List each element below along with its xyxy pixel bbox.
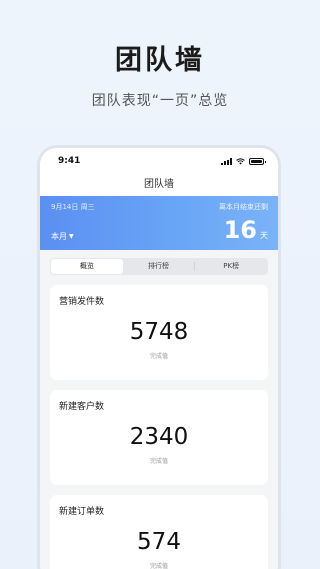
phone-frame: 9:41 团队墙 9月14日 周三 离本月结束还剩 本月 ▼ 16 天 概览 排… <box>37 145 281 569</box>
card-value: 574 <box>137 529 181 555</box>
status-bar: 9:41 <box>40 148 278 174</box>
days-number: 16 <box>223 216 257 244</box>
battery-icon <box>249 157 266 165</box>
period-label: 本月 <box>51 232 67 241</box>
nav-title: 团队墙 <box>40 174 278 196</box>
card-value: 2340 <box>129 424 189 450</box>
tab-overview[interactable]: 概览 <box>51 259 123 274</box>
hero-title: 团队墙 <box>115 45 205 76</box>
banner-remaining-label: 离本月结束还剩 <box>219 203 268 211</box>
card-title: 营销发件数 <box>59 297 105 307</box>
tab-pk[interactable]: PK榜 <box>195 259 267 274</box>
stat-card-orders[interactable]: 新建订单数 574 完成值 <box>50 495 268 569</box>
status-icons <box>221 157 266 165</box>
banner-date: 9月14日 周三 <box>51 203 95 211</box>
caret-down-icon: ▼ <box>69 233 74 240</box>
period-selector[interactable]: 本月 ▼ <box>51 231 74 242</box>
days-unit: 天 <box>260 231 268 240</box>
signal-icon <box>221 157 232 165</box>
tab-ranking[interactable]: 排行榜 <box>123 259 195 274</box>
days-remaining: 16 天 <box>224 216 268 244</box>
phone-screen: 9:41 团队墙 9月14日 周三 离本月结束还剩 本月 ▼ 16 天 概览 排… <box>40 148 278 569</box>
card-title: 新建订单数 <box>59 507 105 517</box>
month-banner: 9月14日 周三 离本月结束还剩 本月 ▼ 16 天 <box>40 196 278 250</box>
wifi-icon <box>236 157 245 164</box>
card-caption: 完成值 <box>149 353 168 360</box>
card-caption: 完成值 <box>149 563 168 569</box>
card-caption: 完成值 <box>149 458 168 465</box>
stat-card-marketing[interactable]: 营销发件数 5748 完成值 <box>50 285 268 380</box>
hero-subtitle: 团队表现“一页”总览 <box>91 93 229 109</box>
card-value: 5748 <box>129 319 189 345</box>
stat-card-customers[interactable]: 新建客户数 2340 完成值 <box>50 390 268 485</box>
status-time: 9:41 <box>58 156 81 166</box>
tab-bar: 概览 排行榜 PK榜 <box>50 258 268 275</box>
card-title: 新建客户数 <box>59 402 105 412</box>
page: 团队墙 团队表现“一页”总览 9:41 团队墙 9月14日 周三 离本月结束还剩… <box>0 0 320 569</box>
